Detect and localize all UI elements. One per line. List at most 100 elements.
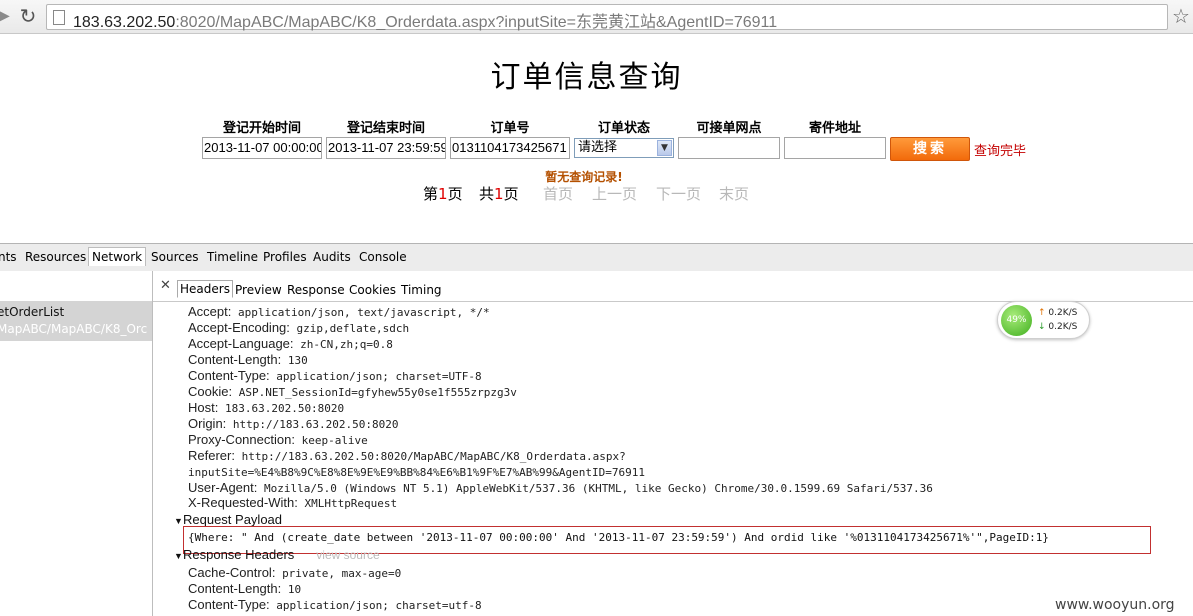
label-address: 寄件地址	[808, 121, 861, 136]
header-line: Content-Length: 10	[188, 581, 301, 596]
upload-speed-row: ↑ 0.2K/S	[1038, 308, 1077, 318]
pager-last-link[interactable]: 末页	[719, 183, 749, 204]
chevron-down-icon[interactable]: ▼	[657, 140, 672, 156]
header-key: Accept-Encoding:	[188, 320, 290, 335]
header-line: Host: 183.63.202.50:8020	[188, 400, 344, 415]
page-title: 订单信息查询	[490, 60, 683, 95]
subtab-preview[interactable]: Preview	[235, 283, 282, 297]
start-time-input[interactable]: 2013-11-07 00:00:00	[202, 137, 322, 159]
header-key: Host:	[188, 400, 219, 415]
header-value: ASP.NET_SessionId=gfyhew55y0se1f555zrpzg…	[238, 386, 517, 399]
header-line: Accept-Language: zh-CN,zh;q=0.8	[188, 336, 393, 351]
address-input[interactable]	[784, 137, 886, 159]
header-line: User-Agent: Mozilla/5.0 (Windows NT 5.1)…	[188, 480, 933, 495]
tab-timeline[interactable]: Timeline	[207, 250, 258, 264]
pager-page-suffix: 页	[447, 185, 463, 203]
header-line: Origin: http://183.63.202.50:8020	[188, 416, 399, 431]
pager-total-prefix: 共	[479, 185, 495, 203]
header-value: http://183.63.202.50:8020	[232, 418, 399, 431]
tab-sources[interactable]: Sources	[151, 250, 198, 264]
header-key: User-Agent:	[188, 480, 258, 495]
request-payload-title: Request Payload	[183, 512, 283, 527]
browser-toolbar: ▶ ↻ 183.63.202.50:8020/MapABC/MapABC/K8_…	[0, 0, 1193, 34]
order-status-select[interactable]: 请选择 ▼	[574, 138, 674, 158]
tab-elements[interactable]: nts	[0, 250, 17, 264]
pager-next-link[interactable]: 下一页	[656, 183, 701, 204]
tab-console[interactable]: Console	[359, 250, 407, 264]
pager-first-link[interactable]: 首页	[543, 183, 573, 204]
header-key: Content-Type:	[188, 597, 270, 612]
address-bar[interactable]: 183.63.202.50:8020/MapABC/MapABC/K8_Orde…	[46, 4, 1168, 32]
header-line: X-Requested-With: XMLHttpRequest	[188, 495, 397, 510]
request-row-selected[interactable]: etOrderList MapABC/MapABC/K8_Orc	[0, 301, 152, 341]
network-request-list: etOrderList MapABC/MapABC/K8_Orc	[0, 271, 153, 616]
order-status-value: 请选择	[578, 140, 618, 155]
request-payload-section[interactable]: ▼Request Payload	[174, 512, 282, 527]
reload-icon[interactable]: ↻	[16, 5, 40, 27]
header-line: Cookie: ASP.NET_SessionId=gfyhew55y0se1f…	[188, 384, 517, 399]
pager-total-number: 1	[494, 185, 504, 203]
forward-icon[interactable]: ▶	[0, 6, 10, 26]
request-path: MapABC/MapABC/K8_Orc	[0, 322, 148, 336]
header-line: inputSite=%E4%B8%9C%E8%8E%9E%E9%BB%84%E6…	[188, 464, 645, 479]
header-line: Referer: http://183.63.202.50:8020/MapAB…	[188, 448, 626, 463]
branch-input[interactable]	[678, 137, 780, 159]
triangle-down-icon[interactable]: ▼	[174, 551, 183, 561]
header-key: Referer:	[188, 448, 235, 463]
page-icon	[53, 10, 65, 25]
tab-profiles[interactable]: Profiles	[263, 250, 307, 264]
header-value: 183.63.202.50:8020	[224, 402, 345, 415]
pager-total-suffix: 页	[503, 185, 519, 203]
pager-page-number: 1	[438, 185, 448, 203]
header-value: application/json; charset=utf-8	[276, 599, 482, 612]
header-line: Content-Length: 130	[188, 352, 308, 367]
header-key: Content-Length:	[188, 581, 282, 596]
pager-prev-link[interactable]: 上一页	[592, 183, 637, 204]
header-key: Cookie:	[188, 384, 233, 399]
header-value: Mozilla/5.0 (Windows NT 5.1) AppleWebKit…	[264, 482, 933, 495]
header-key: Cache-Control:	[188, 565, 276, 580]
close-icon[interactable]: ✕	[160, 278, 171, 293]
subtab-cookies[interactable]: Cookies	[349, 283, 396, 297]
header-value: application/json, text/javascript, */*	[237, 306, 490, 319]
end-time-input[interactable]: 2013-11-07 23:59:59	[326, 137, 446, 159]
no-record-message: 暂无查询记录!	[545, 170, 623, 184]
triangle-down-icon[interactable]: ▼	[174, 516, 183, 526]
header-key: Proxy-Connection:	[188, 432, 295, 447]
label-start-time: 登记开始时间	[222, 121, 301, 136]
tab-resources[interactable]: Resources	[25, 250, 86, 264]
query-status-text: 查询完毕	[974, 144, 1027, 159]
devtools-toolbar: nts Resources Network Sources Timeline P…	[0, 243, 1193, 272]
response-headers-title: Response Headers	[183, 547, 295, 562]
header-value: keep-alive	[301, 434, 368, 447]
header-value: 130	[287, 354, 308, 367]
response-headers-section[interactable]: ▼Response Headers view source	[174, 547, 380, 562]
header-key: Accept:	[188, 304, 232, 319]
pager-total: 共1页	[479, 183, 519, 204]
arrow-down-icon: ↓	[1038, 322, 1046, 332]
download-speed-row: ↓ 0.2K/S	[1038, 322, 1077, 332]
download-speed: 0.2K/S	[1048, 322, 1078, 332]
speed-percent: 49%	[1001, 305, 1032, 336]
request-detail-tabs: ✕ Headers Preview Response Cookies Timin…	[153, 271, 1193, 302]
network-speed-widget[interactable]: 49% ↑ 0.2K/S ↓ 0.2K/S	[997, 301, 1090, 339]
header-value: inputSite=%E4%B8%9C%E8%8E%9E%E9%BB%84%E6…	[188, 466, 645, 479]
header-value: zh-CN,zh;q=0.8	[300, 338, 393, 351]
tab-audits[interactable]: Audits	[313, 250, 351, 264]
arrow-up-icon: ↑	[1038, 308, 1046, 318]
search-button[interactable]: 搜索	[890, 137, 970, 161]
url-text[interactable]: 183.63.202.50:8020/MapABC/MapABC/K8_Orde…	[73, 8, 777, 32]
subtab-headers[interactable]: Headers	[177, 280, 233, 298]
view-source-link[interactable]: view source	[316, 548, 379, 562]
label-order-no: 订单号	[490, 121, 530, 136]
subtab-timing[interactable]: Timing	[401, 283, 442, 297]
request-name: etOrderList	[0, 305, 65, 319]
pager-page-prefix: 第	[423, 185, 439, 203]
subtab-response[interactable]: Response	[287, 283, 345, 297]
url-host: 183.63.202.50	[73, 14, 176, 31]
header-value: XMLHttpRequest	[304, 497, 398, 510]
bookmark-star-icon[interactable]: ☆	[1172, 5, 1190, 27]
header-line: Content-Type: application/json; charset=…	[188, 368, 482, 383]
tab-network[interactable]: Network	[88, 247, 147, 266]
order-no-input[interactable]: 0131104173425671	[450, 137, 570, 159]
